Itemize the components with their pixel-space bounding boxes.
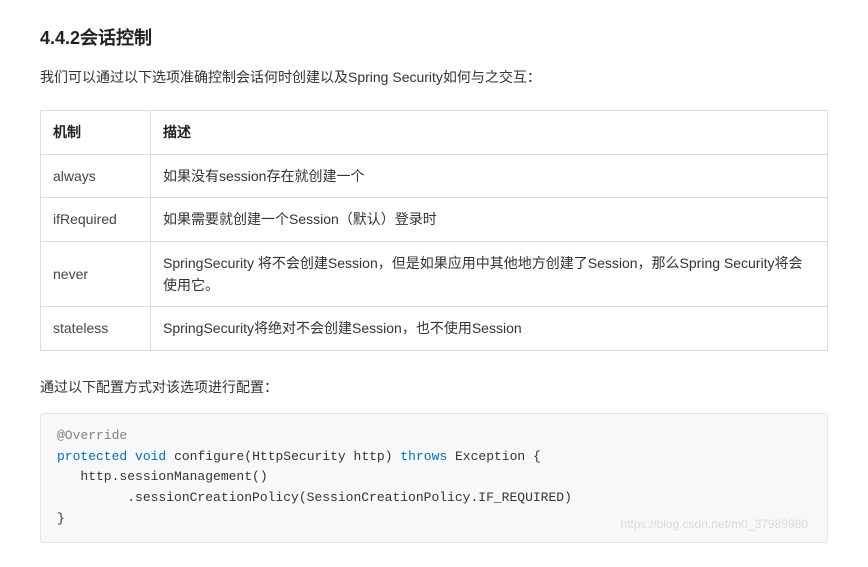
- session-table: 机制 描述 always 如果没有session存在就创建一个 ifRequir…: [40, 110, 828, 350]
- code-line3: .sessionCreationPolicy(SessionCreationPo…: [57, 490, 572, 505]
- table-row: never SpringSecurity 将不会创建Session，但是如果应用…: [41, 241, 828, 307]
- table-row: ifRequired 如果需要就创建一个Session（默认）登录时: [41, 198, 828, 241]
- table-row: stateless SpringSecurity将绝对不会创建Session，也…: [41, 307, 828, 350]
- code-block: @Override protected void configure(HttpS…: [40, 413, 828, 543]
- code-fn-name: configure: [174, 449, 244, 464]
- code-exc-type: Exception: [455, 449, 525, 464]
- code-brace-close: }: [57, 511, 65, 526]
- cell-description: 如果需要就创建一个Session（默认）登录时: [151, 198, 828, 241]
- cell-mechanism: always: [41, 154, 151, 197]
- code-brace-open: {: [525, 449, 541, 464]
- cell-description: 如果没有session存在就创建一个: [151, 154, 828, 197]
- table-header-row: 机制 描述: [41, 111, 828, 154]
- code-param-name: http: [354, 449, 385, 464]
- table-row: always 如果没有session存在就创建一个: [41, 154, 828, 197]
- code-kw-throws: throws: [400, 449, 447, 464]
- th-description: 描述: [151, 111, 828, 154]
- intro-text: 我们可以通过以下选项准确控制会话何时创建以及Spring Security如何与…: [40, 66, 828, 88]
- cell-description: SpringSecurity 将不会创建Session，但是如果应用中其他地方创…: [151, 241, 828, 307]
- section-heading: 4.4.2会话控制: [40, 24, 828, 50]
- cell-mechanism: never: [41, 241, 151, 307]
- config-note: 通过以下配置方式对该选项进行配置：: [40, 377, 828, 397]
- cell-description: SpringSecurity将绝对不会创建Session，也不使用Session: [151, 307, 828, 350]
- code-line2: http.sessionManagement(): [57, 469, 268, 484]
- cell-mechanism: ifRequired: [41, 198, 151, 241]
- code-annotation: @Override: [57, 428, 127, 443]
- code-kw-protected: protected: [57, 449, 127, 464]
- code-kw-void: void: [135, 449, 166, 464]
- cell-mechanism: stateless: [41, 307, 151, 350]
- th-mechanism: 机制: [41, 111, 151, 154]
- code-param-type: HttpSecurity: [252, 449, 346, 464]
